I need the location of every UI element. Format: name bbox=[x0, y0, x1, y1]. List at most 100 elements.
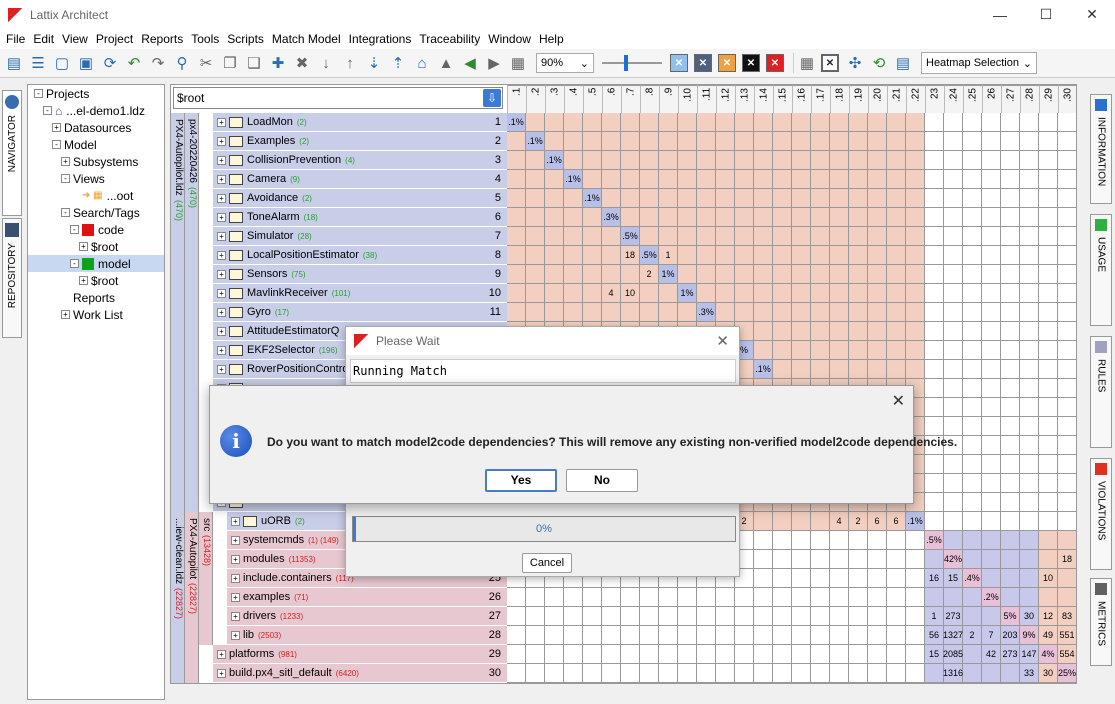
matrix-cell[interactable] bbox=[792, 550, 811, 569]
matrix-cell[interactable] bbox=[982, 379, 1001, 398]
matrix-cell[interactable] bbox=[507, 664, 526, 683]
tree-item[interactable]: ➜ ▦ ...oot bbox=[28, 187, 164, 204]
matrix-cell[interactable] bbox=[963, 189, 982, 208]
matrix-cell[interactable] bbox=[640, 208, 659, 227]
matrix-cell[interactable]: 18 bbox=[621, 246, 640, 265]
expand-icon[interactable]: + bbox=[231, 573, 240, 583]
matrix-cell[interactable] bbox=[602, 645, 621, 664]
matrix-cell[interactable] bbox=[1058, 246, 1076, 265]
matrix-cell[interactable] bbox=[887, 303, 906, 322]
matrix-cell[interactable] bbox=[545, 113, 564, 132]
column-header[interactable]: .7 bbox=[621, 85, 640, 113]
matrix-cell[interactable] bbox=[849, 284, 868, 303]
matrix-cell[interactable] bbox=[868, 246, 887, 265]
matrix-cell[interactable] bbox=[1001, 398, 1020, 417]
matrix-cell[interactable] bbox=[963, 227, 982, 246]
matrix-cell[interactable] bbox=[716, 227, 735, 246]
matrix-cell[interactable]: 49 bbox=[1039, 626, 1058, 645]
matrix-row[interactable]: + CollisionPrevention (4) 3 bbox=[213, 151, 507, 170]
collapse-icon[interactable]: ⇡ bbox=[388, 53, 408, 73]
matrix-cell[interactable] bbox=[963, 113, 982, 132]
matrix-cell[interactable]: 10 bbox=[621, 284, 640, 303]
matrix-cell[interactable] bbox=[526, 284, 545, 303]
matrix-cell[interactable] bbox=[697, 189, 716, 208]
matrix-cell[interactable] bbox=[697, 645, 716, 664]
matrix-cell[interactable] bbox=[773, 265, 792, 284]
matrix-cell[interactable] bbox=[868, 607, 887, 626]
matrix-cell[interactable] bbox=[659, 132, 678, 151]
matrix-cell[interactable] bbox=[811, 322, 830, 341]
matrix-cell[interactable] bbox=[811, 626, 830, 645]
matrix-cell[interactable] bbox=[773, 531, 792, 550]
matrix-cell[interactable] bbox=[773, 113, 792, 132]
matrix-cell[interactable] bbox=[564, 284, 583, 303]
save-icon[interactable]: ▣ bbox=[76, 53, 96, 73]
matrix-cell[interactable] bbox=[830, 588, 849, 607]
matrix-cell[interactable] bbox=[659, 151, 678, 170]
matrix-cell[interactable] bbox=[1020, 151, 1039, 170]
matrix-cell[interactable] bbox=[982, 531, 1001, 550]
column-header[interactable]: .19 bbox=[849, 85, 868, 113]
matrix-cell[interactable] bbox=[754, 246, 773, 265]
column-header[interactable]: .9 bbox=[659, 85, 678, 113]
matrix-cell[interactable] bbox=[716, 132, 735, 151]
matrix-cell[interactable] bbox=[925, 284, 944, 303]
matrix-cell[interactable] bbox=[621, 303, 640, 322]
matrix-cell[interactable] bbox=[526, 588, 545, 607]
matrix-cell[interactable] bbox=[887, 531, 906, 550]
matrix-cell[interactable]: 4 bbox=[830, 512, 849, 531]
matrix-cell[interactable] bbox=[830, 284, 849, 303]
matrix-cell[interactable] bbox=[583, 227, 602, 246]
matrix-cell[interactable] bbox=[678, 265, 697, 284]
matrix-cell[interactable] bbox=[773, 626, 792, 645]
matrix-cell[interactable] bbox=[944, 170, 963, 189]
matrix-cell[interactable] bbox=[906, 246, 925, 265]
matrix-cell[interactable] bbox=[811, 227, 830, 246]
matrix-cell[interactable] bbox=[1020, 303, 1039, 322]
matrix-cell[interactable] bbox=[849, 246, 868, 265]
matrix-cell[interactable] bbox=[944, 512, 963, 531]
add-icon[interactable]: ✚ bbox=[268, 53, 288, 73]
matrix-cell[interactable] bbox=[754, 227, 773, 246]
matrix-cell[interactable] bbox=[925, 588, 944, 607]
matrix-cell[interactable] bbox=[697, 208, 716, 227]
matrix-cell[interactable] bbox=[526, 303, 545, 322]
tree-item[interactable]: - ⌂ ...el-demo1.ldz bbox=[28, 102, 164, 119]
column-header[interactable]: .13 bbox=[735, 85, 754, 113]
matrix-cell[interactable]: .3% bbox=[697, 303, 716, 322]
matrix-cell[interactable] bbox=[868, 360, 887, 379]
matrix-cell[interactable] bbox=[982, 113, 1001, 132]
matrix-cell[interactable] bbox=[659, 170, 678, 189]
matrix-cell[interactable] bbox=[849, 189, 868, 208]
matrix-cell[interactable] bbox=[1001, 303, 1020, 322]
matrix-cell[interactable] bbox=[1020, 189, 1039, 208]
matrix-cell[interactable] bbox=[944, 132, 963, 151]
matrix-cell[interactable] bbox=[602, 246, 621, 265]
matrix-cell[interactable] bbox=[583, 113, 602, 132]
expand-icon[interactable]: + bbox=[61, 310, 70, 319]
column-header[interactable]: .1 bbox=[507, 85, 526, 113]
menu-traceability[interactable]: Traceability bbox=[415, 32, 484, 46]
matrix-cell[interactable] bbox=[982, 265, 1001, 284]
matrix-cell[interactable] bbox=[1039, 360, 1058, 379]
matrix-cell[interactable] bbox=[944, 208, 963, 227]
minimize-button[interactable]: — bbox=[977, 0, 1023, 29]
matrix-cell[interactable] bbox=[792, 170, 811, 189]
matrix-cell[interactable] bbox=[1001, 227, 1020, 246]
matrix-cell[interactable]: 25% bbox=[1058, 664, 1076, 683]
matrix-cell[interactable] bbox=[868, 189, 887, 208]
matrix-cell[interactable] bbox=[811, 189, 830, 208]
matrix-cell[interactable] bbox=[773, 303, 792, 322]
matrix-cell[interactable] bbox=[906, 113, 925, 132]
matrix-cell[interactable] bbox=[1058, 512, 1076, 531]
matrix-cell[interactable] bbox=[887, 588, 906, 607]
matrix-cell[interactable] bbox=[1001, 569, 1020, 588]
back-icon[interactable]: ◀ bbox=[460, 53, 480, 73]
matrix-cell[interactable]: 16 bbox=[925, 569, 944, 588]
view-mode-1-button[interactable]: ✕ bbox=[670, 54, 688, 72]
matrix-cell[interactable] bbox=[1001, 512, 1020, 531]
collapse-icon[interactable]: - bbox=[61, 174, 70, 183]
move-up-icon[interactable]: ↑ bbox=[340, 53, 360, 73]
expand-icon[interactable]: + bbox=[217, 117, 226, 127]
yes-button[interactable]: Yes bbox=[485, 469, 557, 492]
